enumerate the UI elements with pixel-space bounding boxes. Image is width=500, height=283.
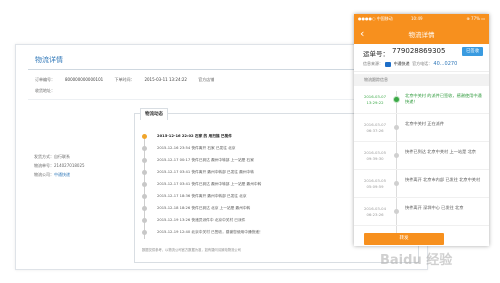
timeline-event: 2015-12-19 12:40 北京中关村 已签收，感谢您使用中通快递！ (157, 230, 263, 234)
timeline-dot (394, 209, 399, 214)
timeline-event: 2015-12-17 18:36 快件离开 鼎州中转部 已发往 北京 (157, 194, 247, 198)
nav-title: 物流详情 (408, 31, 435, 39)
list-item: 2016-03-07 13:29:22 北京中关村 的派件已签收，感谢使用中通快递… (354, 86, 489, 114)
event-text: 快件离开 深圳中心 已发往 北京 (405, 205, 464, 210)
list-item: 2016-03-05 05:09:59 快件离开 北京市内部 已发往 北京中关村 (354, 170, 489, 198)
timeline-dot-current (142, 134, 147, 139)
timeline-event: 2015-12-17 03:41 快件已到达 鼎州中转部 上一站是 鼎州中转 (157, 182, 262, 186)
order-number-value: 800000000000101 (65, 77, 104, 82)
order-meta: 订单编号： 800000000000101 下单时间： 2015-03-11 13:… (35, 77, 224, 83)
event-time: 09:39:30 (366, 156, 384, 161)
timeline-event: 2015-12-18 18:26 快件已到达 北京 上一站是 鼎州中转 (157, 206, 251, 210)
list-item: 2016-03-07 06:37:26 北京中关村 正在派件 (354, 114, 489, 142)
event-time: 05:09:59 (366, 184, 384, 189)
watermark: Baidu 经验 (380, 253, 453, 268)
phone-label: 官方电话： (412, 61, 433, 66)
status-badge: 已签收 (462, 47, 483, 56)
timeline-event: 2015-12-16 22:02 石家 的 用扫描 已揽件 (157, 134, 232, 138)
page-title: 物流详情 (35, 56, 63, 64)
event-time: 06:37:26 (366, 128, 384, 133)
tracking-number: 物流单号：214027018025 (34, 163, 85, 168)
event-text: 北京中关村 的派件已签收，感谢使用中通快递！ (405, 93, 482, 104)
status-bar: ●●●●○ 中国移动 10:49 ⊕ 77% ▭ (354, 14, 489, 23)
order-time-value: 2015-03-11 13:24:22 (144, 77, 187, 82)
clock: 10:49 (411, 16, 423, 21)
share-button[interactable]: 转发 (364, 233, 444, 245)
timeline-event: 2015-12-19 13:26 快递员派件中 北京中关村 已派件 (157, 218, 246, 222)
carrier-signal: ●●●●○ 中国移动 (358, 16, 393, 21)
timeline-dot (142, 194, 147, 199)
timeline-dot (142, 218, 147, 223)
timeline-dot (394, 125, 399, 130)
timeline-dot (142, 146, 147, 151)
company-link[interactable]: 中通快递 (54, 172, 70, 177)
event-time: 06:23:26 (366, 212, 384, 217)
order-time-label: 下单时间： (114, 77, 135, 82)
timeline-dot (394, 181, 399, 186)
timeline-dot (142, 182, 147, 187)
timeline-event: 2015-12-17 03:41 快件离开 鼎州中转部 已发往 鼎州中转 (157, 170, 254, 174)
shop-name[interactable]: 官方店铺 (198, 77, 214, 82)
official-phone-link[interactable]: 40...0270 (433, 61, 457, 67)
timeline-dot (394, 153, 399, 158)
section-header: 物流跟踪信息 (354, 74, 489, 86)
timeline-dot (142, 158, 147, 163)
waybill-card: 运单号： 779028869305 已签收 信息来源： 中通快递 官方电话： 4… (354, 44, 489, 72)
event-text: 快件已到达 北京中关村 上一站是 北京 (405, 149, 476, 154)
company-label: 物流公司： (34, 172, 54, 177)
timeline-dot-current (394, 97, 399, 102)
shipping-info: 发货方式：自行联系 物流单号：214027018025 物流公司：中通快递 (34, 152, 85, 179)
nav-bar: ‹ 物流详情 (354, 23, 489, 44)
timeline-dot (142, 230, 147, 235)
list-item: 2016-03-04 06:23:26 快件离开 深圳中心 已发往 北京 (354, 198, 489, 226)
order-number-label: 订单编号： (35, 77, 55, 82)
carrier-name: 中通快递 (393, 61, 410, 66)
tracking-list: 2016-03-07 13:29:22 北京中关村 的派件已签收，感谢使用中通快递… (354, 86, 489, 246)
waybill-number: 779028869305 (392, 47, 446, 55)
mobile-logistics-screen: ●●●●○ 中国移动 10:49 ⊕ 77% ▭ ‹ 物流详情 运单号： 779… (354, 14, 489, 246)
timeline-line (144, 139, 145, 239)
source-line: 信息来源： 中通快递 官方电话： 40...0270 (363, 61, 457, 67)
list-item: 2016-03-05 09:39:30 快件已到达 北京中关村 上一站是 北京 (354, 142, 489, 170)
timeline-event: 2015-12-17 00:17 快件已到达 鼎州中转部 上一站是 石家 (157, 158, 254, 162)
event-text: 快件离开 北京市内部 已发往 北京中关村 (405, 177, 481, 182)
timeline-dot (142, 170, 147, 175)
waybill-label: 运单号： (363, 50, 389, 58)
timeline-dot (142, 206, 147, 211)
battery-status: ⊕ 77% ▭ (466, 16, 485, 21)
source-label: 信息来源： (363, 61, 383, 66)
address-label: 收货地址： (35, 88, 55, 93)
timeline-event: 2015-12-16 23:54 快件离开 石家 已发往 北京 (157, 146, 236, 150)
event-text: 北京中关村 正在派件 (405, 121, 445, 126)
ship-method: 发货方式：自行联系 (34, 154, 70, 159)
event-time: 13:29:22 (366, 100, 384, 105)
tab-logistics-status[interactable]: 物流动态 (140, 108, 168, 120)
disclaimer-note: 数据仅供参考，以物流公司官方数据为准，如有疑问请致电物流公司 (142, 248, 241, 252)
zto-logo-icon (385, 61, 392, 67)
